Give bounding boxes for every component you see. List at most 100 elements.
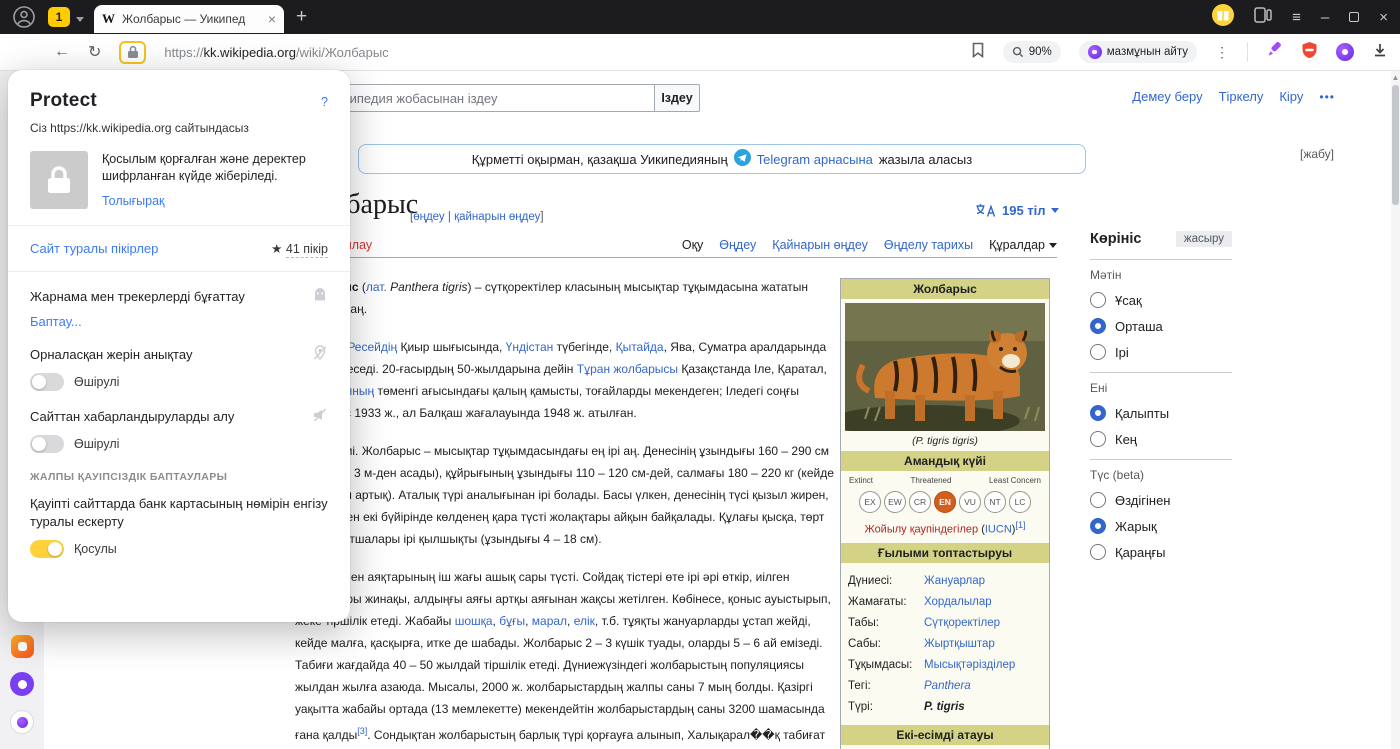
taxonomy-value[interactable]: Мысықтәрізділер — [924, 656, 1015, 674]
window-minimize-icon[interactable]: – — [1321, 10, 1329, 25]
wiki-header-link[interactable]: Демеу беру — [1132, 89, 1202, 104]
taxonomy-value[interactable]: Жыртқыштар — [924, 635, 995, 653]
gift-icon[interactable] — [1212, 3, 1235, 31]
radio-button[interactable] — [1090, 492, 1106, 508]
appearance-option[interactable]: Жарық — [1090, 518, 1232, 534]
telegram-channel-link[interactable]: Telegram арнасына — [757, 152, 873, 167]
wiki-link[interactable]: марал — [532, 614, 567, 628]
active-tab[interactable]: W Жолбарыс — Уикипед × — [94, 5, 284, 33]
secure-more-link[interactable]: Толығырақ — [102, 193, 328, 210]
edit-pencil-icon[interactable] — [1266, 41, 1283, 63]
radio-button[interactable] — [1090, 292, 1106, 308]
taxonomy-value[interactable]: Сүтқоректілер — [924, 614, 1000, 632]
collections-icon[interactable] — [1254, 6, 1272, 28]
wiki-link[interactable]: [3] — [357, 726, 367, 736]
sidebar-services-icon[interactable] — [10, 635, 34, 658]
tab-edit-1[interactable]: Өңдеу — [719, 238, 756, 252]
wiki-link[interactable]: Ресейдің — [347, 340, 397, 354]
tab-group-chevron-icon[interactable] — [76, 9, 84, 27]
protect-lock-badge[interactable] — [119, 40, 147, 64]
downloads-icon[interactable] — [1372, 42, 1388, 63]
radio-button[interactable] — [1090, 431, 1106, 447]
tools-dropdown[interactable]: Құралдар — [989, 238, 1057, 252]
geolocation-toggle[interactable] — [30, 373, 64, 391]
read-aloud-button[interactable]: мазмұнын айту — [1078, 41, 1197, 63]
wiki-link[interactable]: IUCN — [985, 524, 1012, 536]
article-paragraph: Қазір тек Ресейдің Қиыр шығысында, Үндіс… — [295, 336, 835, 424]
tiger-image[interactable] — [845, 303, 1045, 431]
page-scrollbar[interactable]: ▲ — [1391, 71, 1400, 749]
wiki-link[interactable]: Үндістан — [506, 340, 554, 354]
edit-source-link[interactable]: қайнарын өңдеу — [454, 211, 540, 223]
banner-close-link[interactable]: [жабу] — [1300, 147, 1334, 161]
alice-icon — [1087, 45, 1102, 59]
appearance-option[interactable]: Ұсақ — [1090, 292, 1232, 308]
wiki-link[interactable]: бұғы — [499, 614, 525, 628]
site-reviews-link[interactable]: Сайт туралы пікірлер — [30, 241, 158, 256]
tab-read[interactable]: Оқу — [682, 238, 703, 252]
taxonomy-value[interactable]: Хордалылар — [924, 593, 992, 611]
new-tab-button[interactable]: + — [296, 6, 307, 28]
tab-edit-3[interactable]: Өңделу тарихы — [884, 238, 973, 252]
wiki-header-link[interactable]: Кіру — [1279, 89, 1303, 104]
appearance-option[interactable]: Қараңғы — [1090, 544, 1232, 560]
sidebar-messenger-icon[interactable] — [10, 672, 34, 696]
appearance-option[interactable]: Өздігінен — [1090, 492, 1232, 508]
radio-button[interactable] — [1090, 405, 1106, 421]
url-host: kk.wikipedia.org — [203, 44, 296, 60]
taxonomy-rank: Тұқымдасы: — [848, 658, 913, 671]
wiki-link[interactable]: Қытайда — [616, 340, 664, 354]
wiki-link[interactable]: елік — [574, 614, 595, 628]
appearance-option[interactable]: Орташа — [1090, 318, 1232, 334]
notifications-toggle[interactable] — [30, 435, 64, 453]
radio-button[interactable] — [1090, 344, 1106, 360]
tab-edit-2[interactable]: Қайнарын өңдеу — [772, 238, 868, 252]
tab-close-icon[interactable]: × — [268, 11, 276, 27]
radio-button[interactable] — [1090, 518, 1106, 534]
appearance-option[interactable]: Кең — [1090, 431, 1232, 447]
appearance-hide-button[interactable]: жасыру — [1175, 231, 1232, 247]
radio-button[interactable] — [1090, 544, 1106, 560]
radio-label: Қалыпты — [1115, 405, 1170, 421]
menu-hamburger-icon[interactable]: ≡ — [1292, 10, 1301, 25]
reload-icon[interactable]: ↻ — [88, 42, 101, 62]
wiki-header-more-icon[interactable]: ••• — [1319, 90, 1335, 104]
reviews-count[interactable]: ★ 41 пікір — [271, 241, 328, 258]
bank-warning-state: Қосулы — [74, 542, 117, 556]
wiki-link[interactable]: лат. — [366, 280, 387, 294]
profile-icon[interactable] — [12, 5, 36, 29]
wiki-header-link[interactable]: Тіркелу — [1219, 89, 1264, 104]
article-tabs: Оқу Өңдеу Қайнарын өңдеу Өңделу тарихы Құрал… — [682, 238, 1057, 252]
scrollbar-up-icon[interactable]: ▲ — [1391, 73, 1400, 82]
scrollbar-thumb[interactable] — [1392, 85, 1399, 205]
wiki-link[interactable]: Жойылу қаупіндегілер — [865, 524, 979, 536]
window-close-icon[interactable]: × — [1379, 10, 1388, 25]
alice-assistant-icon[interactable] — [1336, 43, 1354, 61]
sidebar-alice-icon[interactable] — [10, 710, 34, 734]
appearance-option[interactable]: Қалыпты — [1090, 405, 1232, 421]
bank-warning-toggle[interactable] — [30, 540, 64, 558]
language-selector[interactable]: 195 тіл — [975, 203, 1059, 218]
window-maximize-icon[interactable] — [1349, 12, 1360, 22]
adblock-configure-link[interactable]: Баптау... — [30, 314, 328, 329]
zoom-control[interactable]: 90% — [1002, 41, 1061, 63]
tab-group-badge[interactable]: 1 — [48, 7, 70, 27]
edit-link[interactable]: өңдеу — [413, 211, 444, 223]
wiki-link[interactable]: шошқа — [455, 614, 493, 628]
wiki-search-button[interactable]: Іздеу — [654, 84, 700, 112]
protect-help-link[interactable]: ? — [321, 95, 328, 109]
telegram-banner: Құрметті оқырман, қазақша Уикипедияның T… — [358, 144, 1086, 174]
wiki-link[interactable]: [1] — [1015, 520, 1025, 530]
toolbar-kebab-icon[interactable]: ⋮ — [1215, 44, 1229, 61]
bookmark-flag-icon[interactable] — [971, 42, 985, 63]
wiki-link[interactable]: Тұран жолбарысы — [577, 362, 678, 376]
title-edit-links: [өңдеу | қайнарын өңдеу] — [410, 211, 544, 223]
taxonomy-value[interactable]: Panthera — [924, 677, 971, 695]
adblock-shield-icon[interactable] — [1301, 41, 1318, 64]
appearance-option[interactable]: Ірі — [1090, 344, 1232, 360]
address-bar[interactable]: https://kk.wikipedia.org/wiki/Жолбарыс — [164, 45, 388, 60]
radio-button[interactable] — [1090, 318, 1106, 334]
back-icon[interactable]: ← — [54, 43, 70, 61]
taxonomy-value[interactable]: Жануарлар — [924, 572, 985, 590]
taxonomy-value: P. tigris — [924, 700, 965, 713]
